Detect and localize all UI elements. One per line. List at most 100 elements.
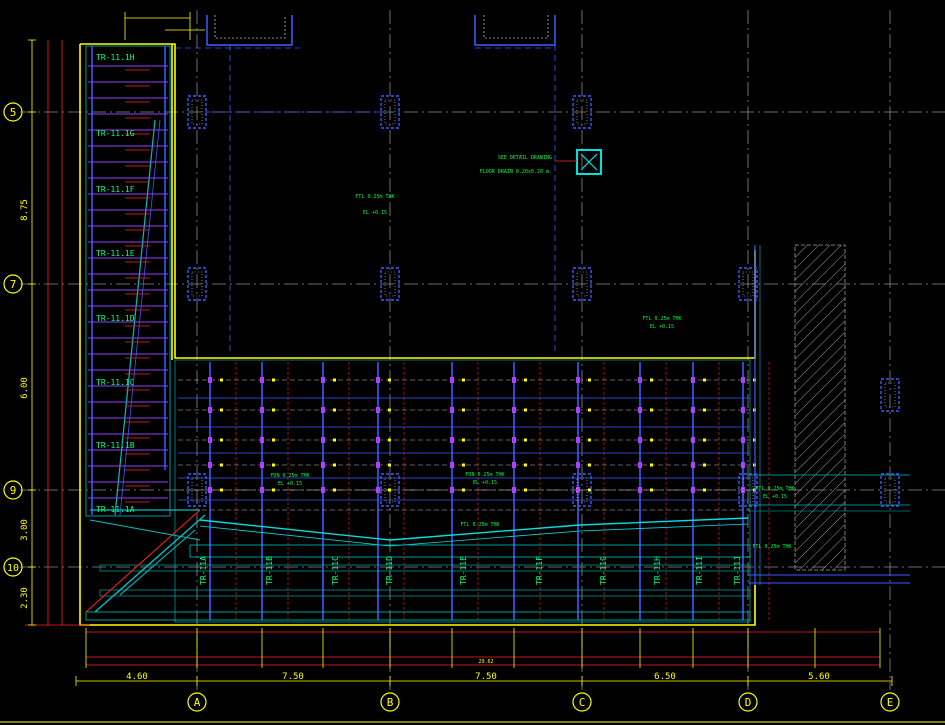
bottom-dim-7-50-b: 7.50 xyxy=(475,672,497,682)
rebar-marker xyxy=(691,377,695,383)
rebar-marker xyxy=(260,462,264,468)
rebar-marker xyxy=(576,377,580,383)
grid-bubble-row-5[interactable]: 5 xyxy=(3,102,23,122)
dim-tick xyxy=(272,378,275,382)
dim-tick xyxy=(220,408,223,412)
rebar-marker xyxy=(638,377,642,383)
rebar-marker xyxy=(638,487,642,493)
cad-canvas[interactable]: 5 7 9 10 A B C D E 8.75 6.00 3.00 2.30 4… xyxy=(0,0,945,725)
dim-tick xyxy=(650,408,653,412)
grid-bubble-row-10[interactable]: 10 xyxy=(3,557,23,577)
rebar-marker xyxy=(691,407,695,413)
grid-bubble-col-D[interactable]: D xyxy=(738,692,758,712)
rebar-marker xyxy=(576,462,580,468)
grid-bubble-col-B[interactable]: B xyxy=(380,692,400,712)
rebar-marker xyxy=(512,462,516,468)
note-ftl-main: FTL 0.25m THK xyxy=(355,194,394,200)
dim-tick xyxy=(220,438,223,442)
left-dim-3-00: 3.00 xyxy=(20,519,30,541)
dim-tick xyxy=(462,408,465,412)
dim-tick xyxy=(524,488,527,492)
rebar-marker xyxy=(208,377,212,383)
grid-bubble-col-C[interactable]: C xyxy=(572,692,592,712)
dim-tick xyxy=(272,488,275,492)
trench-label-1-1h: TR-11.1H xyxy=(96,53,135,62)
dim-tick xyxy=(272,463,275,467)
dim-tick xyxy=(388,438,391,442)
trench-label-11j: TR-11J xyxy=(733,556,742,585)
rebar-marker xyxy=(691,437,695,443)
grid-bubble-row-7[interactable]: 7 xyxy=(3,274,23,294)
dim-tick xyxy=(588,438,591,442)
trench-label-1-1a: TR-11.1A xyxy=(96,505,135,514)
rebar-marker xyxy=(691,487,695,493)
cad-drawing-viewport[interactable]: 5 7 9 10 A B C D E 8.75 6.00 3.00 2.30 4… xyxy=(0,0,945,725)
dim-tick xyxy=(703,463,706,467)
rebar-marker xyxy=(450,407,454,413)
rebar-marker xyxy=(638,462,642,468)
rebar-marker xyxy=(376,437,380,443)
rebar-marker xyxy=(376,407,380,413)
rebar-marker xyxy=(576,437,580,443)
dim-tick xyxy=(650,378,653,382)
left-dim-6-00: 6.00 xyxy=(20,377,30,399)
dim-tick xyxy=(524,463,527,467)
rebar-marker xyxy=(321,437,325,443)
rebar-marker xyxy=(321,407,325,413)
beam-dashed-lines xyxy=(175,45,556,355)
dim-tick xyxy=(272,438,275,442)
grid-label-col-D: D xyxy=(745,696,752,709)
rebar-marker xyxy=(321,462,325,468)
note-fdn-mid-el: EL +0.15 xyxy=(473,480,497,486)
dim-tick xyxy=(524,378,527,382)
rebar-marker xyxy=(376,377,380,383)
rebar-marker xyxy=(741,377,745,383)
dim-tick xyxy=(220,463,223,467)
note-ftl-right-edge: FTL 0.25m THK xyxy=(755,486,794,492)
dim-tick xyxy=(388,378,391,382)
dim-tick xyxy=(388,463,391,467)
dim-tick xyxy=(462,463,465,467)
rebar-marker xyxy=(512,487,516,493)
bottom-dim-4-60: 4.60 xyxy=(126,672,148,682)
trench-label-11d: TR-11D xyxy=(385,556,394,585)
rebar-marker xyxy=(260,377,264,383)
rebar-marker xyxy=(741,487,745,493)
annotation-notes: FTL 0.25m THK EL +0.15 FTL 0.25m THK EL … xyxy=(270,155,794,550)
rebar-marker xyxy=(260,407,264,413)
dim-tick xyxy=(650,463,653,467)
grid-bubble-col-A[interactable]: A xyxy=(187,692,207,712)
note-ftl-right-edge-el: EL +0.15 xyxy=(763,494,787,500)
dim-tick xyxy=(703,488,706,492)
dim-tick xyxy=(650,488,653,492)
rebar-marker xyxy=(376,487,380,493)
rebar-marker xyxy=(741,462,745,468)
note-pit-drain: FLOOR DRAIN 0.20x0.20 m. xyxy=(480,169,552,175)
dim-tick xyxy=(524,408,527,412)
left-trench-labels: TR-11.1H TR-11.1G TR-11.1F TR-11.1E TR-1… xyxy=(96,53,135,514)
top-left-yellow-dims xyxy=(124,12,205,40)
dim-tick xyxy=(388,488,391,492)
right-hatched-wall xyxy=(748,244,910,585)
rebar-marker xyxy=(691,462,695,468)
grid-bubble-row-9[interactable]: 9 xyxy=(3,480,23,500)
rebar-marker xyxy=(512,377,516,383)
trench-label-11c: TR-11C xyxy=(331,556,340,585)
note-ftl-main-el: EL +0.15 xyxy=(363,210,387,216)
trench-label-1-1f: TR-11.1F xyxy=(96,185,135,194)
dim-tick xyxy=(588,463,591,467)
rebar-marker xyxy=(321,377,325,383)
dim-tick xyxy=(703,438,706,442)
trench-label-1-1b: TR-11.1B xyxy=(96,441,135,450)
rebar-marker xyxy=(208,407,212,413)
dim-tick xyxy=(703,378,706,382)
grid-bubble-col-E[interactable]: E xyxy=(880,692,900,712)
rebar-marker xyxy=(638,437,642,443)
rebar-marker xyxy=(741,407,745,413)
dim-tick xyxy=(462,488,465,492)
trench-label-1-1c: TR-11.1C xyxy=(96,378,135,387)
rebar-marker xyxy=(376,462,380,468)
dim-tick xyxy=(220,378,223,382)
left-dim-2-30: 2.30 xyxy=(20,587,30,609)
dim-tick xyxy=(388,408,391,412)
